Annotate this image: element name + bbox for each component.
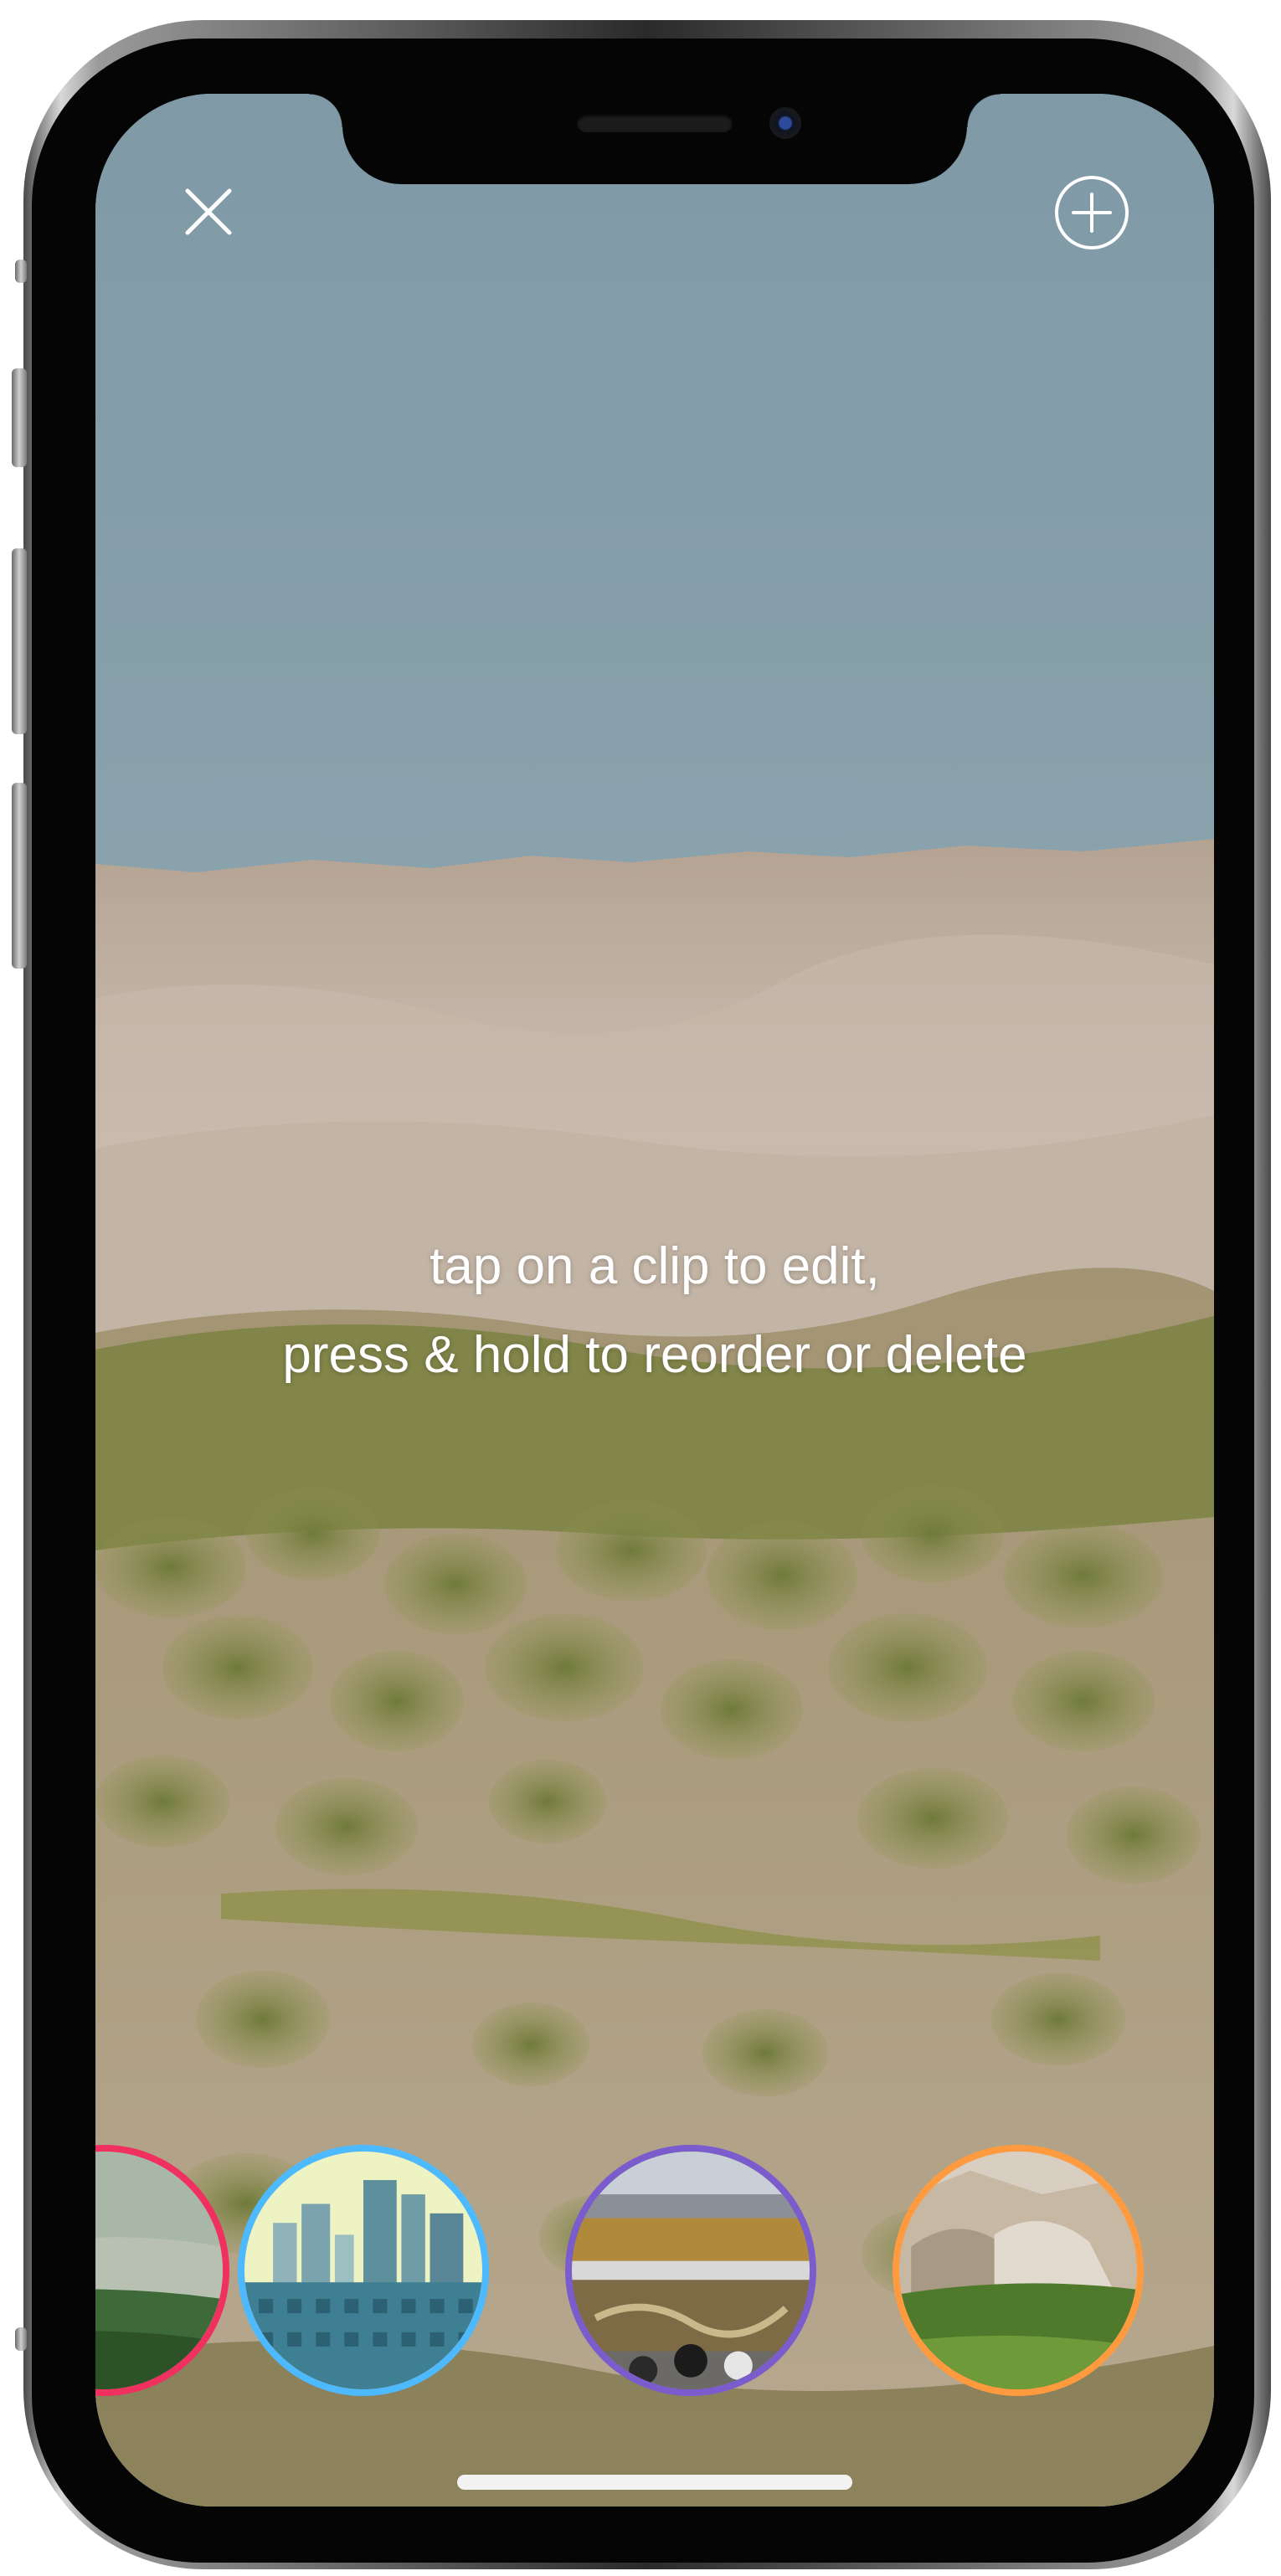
screen: tap on a clip to edit, press & hold to r…	[95, 94, 1214, 2507]
antenna-band	[15, 2327, 27, 2351]
clip-3-image	[572, 2152, 810, 2389]
close-button[interactable]	[181, 184, 236, 239]
volume-up-button	[12, 548, 27, 734]
mute-switch	[12, 368, 27, 467]
home-indicator[interactable]	[457, 2475, 852, 2490]
instruction-line-2: press & hold to reorder or delete	[282, 1326, 1027, 1384]
clip-thumbnail-2[interactable]	[238, 2145, 489, 2396]
clip-4-image	[899, 2152, 1137, 2389]
instruction-line-1: tap on a clip to edit,	[430, 1237, 880, 1295]
add-clip-button[interactable]	[1053, 174, 1130, 251]
antenna-band	[15, 260, 27, 283]
clip-thumbnail-3[interactable]	[565, 2145, 816, 2396]
earpiece-speaker	[577, 114, 733, 132]
close-icon	[185, 188, 232, 235]
instruction-text: tap on a clip to edit, press & hold to r…	[95, 1222, 1214, 1400]
notch	[309, 94, 1001, 184]
clip-2-image	[244, 2152, 482, 2389]
volume-down-button	[12, 783, 27, 969]
clip-thumbnail-4[interactable]	[893, 2145, 1144, 2396]
add-circle-icon	[1055, 176, 1129, 249]
front-camera	[769, 107, 801, 139]
